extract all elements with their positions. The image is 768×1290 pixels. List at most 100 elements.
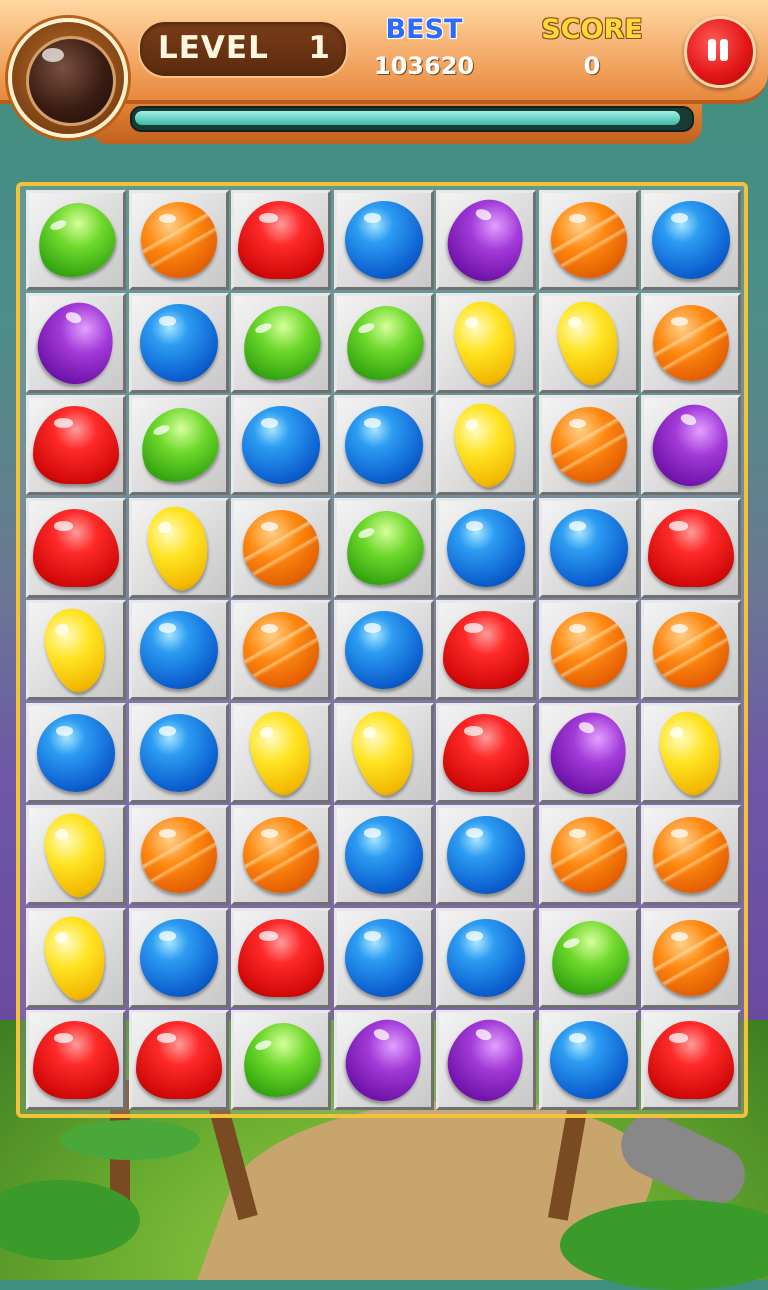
board-cell[interactable] [26, 395, 126, 495]
board-cell[interactable] [231, 805, 331, 905]
yellow-candy-icon[interactable] [37, 806, 115, 904]
board-cell[interactable] [129, 293, 229, 393]
red-candy-icon[interactable] [238, 919, 324, 997]
yellow-candy-icon[interactable] [37, 601, 115, 699]
pause-button[interactable] [684, 16, 756, 88]
board-cell[interactable] [641, 600, 741, 700]
board-cell[interactable] [334, 293, 434, 393]
orange-candy-icon[interactable] [551, 612, 627, 688]
board-cell[interactable] [129, 1010, 229, 1110]
orange-candy-icon[interactable] [551, 202, 627, 278]
red-candy-icon[interactable] [443, 714, 529, 792]
red-candy-icon[interactable] [33, 1021, 119, 1099]
board-cell[interactable] [641, 393, 741, 497]
board-cell[interactable] [334, 600, 434, 700]
blue-candy-icon[interactable] [140, 611, 218, 689]
board-cell[interactable] [26, 291, 126, 395]
blue-candy-icon[interactable] [140, 919, 218, 997]
purple-candy-icon[interactable] [540, 701, 638, 805]
board-cell[interactable] [436, 498, 536, 598]
board-cell[interactable] [129, 908, 229, 1008]
board-cell[interactable] [641, 805, 741, 905]
yellow-candy-icon[interactable] [447, 294, 525, 392]
board-cell[interactable] [129, 600, 229, 700]
purple-candy-icon[interactable] [335, 1008, 433, 1112]
yellow-candy-icon[interactable] [37, 909, 115, 1007]
blue-candy-icon[interactable] [345, 406, 423, 484]
yellow-candy-icon[interactable] [652, 704, 730, 802]
booster-orb[interactable] [8, 18, 128, 138]
green-candy-icon[interactable] [232, 1012, 330, 1108]
purple-candy-icon[interactable] [642, 393, 740, 497]
board-cell[interactable] [26, 190, 126, 290]
board-cell[interactable] [436, 293, 536, 393]
red-candy-icon[interactable] [136, 1021, 222, 1099]
board-cell[interactable] [231, 703, 331, 803]
green-candy-icon[interactable] [335, 500, 433, 596]
blue-candy-icon[interactable] [345, 816, 423, 894]
board-cell[interactable] [334, 703, 434, 803]
board-cell[interactable] [641, 190, 741, 290]
board-cell[interactable] [641, 908, 741, 1008]
board-cell[interactable] [231, 293, 331, 393]
board-cell[interactable] [129, 703, 229, 803]
orange-candy-icon[interactable] [243, 817, 319, 893]
yellow-candy-icon[interactable] [447, 396, 525, 494]
board-cell[interactable] [231, 395, 331, 495]
blue-candy-icon[interactable] [652, 201, 730, 279]
red-candy-icon[interactable] [443, 611, 529, 689]
board-cell[interactable] [539, 190, 639, 290]
board-cell[interactable] [539, 1010, 639, 1110]
orange-candy-icon[interactable] [141, 202, 217, 278]
board-cell[interactable] [436, 1008, 536, 1112]
board-cell[interactable] [641, 1010, 741, 1110]
yellow-candy-icon[interactable] [242, 704, 320, 802]
board-cell[interactable] [334, 395, 434, 495]
blue-candy-icon[interactable] [550, 1021, 628, 1099]
green-candy-icon[interactable] [232, 295, 330, 391]
orange-candy-icon[interactable] [653, 305, 729, 381]
board-cell[interactable] [436, 908, 536, 1008]
board-cell[interactable] [231, 600, 331, 700]
board-cell[interactable] [334, 498, 434, 598]
orange-candy-icon[interactable] [551, 817, 627, 893]
board-cell[interactable] [26, 805, 126, 905]
red-candy-icon[interactable] [238, 201, 324, 279]
purple-candy-icon[interactable] [437, 1008, 535, 1112]
orange-candy-icon[interactable] [653, 920, 729, 996]
blue-candy-icon[interactable] [37, 714, 115, 792]
yellow-candy-icon[interactable] [550, 294, 628, 392]
purple-candy-icon[interactable] [27, 291, 125, 395]
board-cell[interactable] [539, 701, 639, 805]
board-cell[interactable] [129, 395, 229, 495]
board-cell[interactable] [231, 1010, 331, 1110]
board-cell[interactable] [26, 703, 126, 803]
board-cell[interactable] [539, 600, 639, 700]
blue-candy-icon[interactable] [550, 509, 628, 587]
blue-candy-icon[interactable] [242, 406, 320, 484]
green-candy-icon[interactable] [540, 910, 638, 1006]
board-cell[interactable] [539, 805, 639, 905]
board-cell[interactable] [231, 190, 331, 290]
board-cell[interactable] [231, 908, 331, 1008]
board-cell[interactable] [436, 395, 536, 495]
blue-candy-icon[interactable] [447, 919, 525, 997]
yellow-candy-icon[interactable] [140, 499, 218, 597]
board-cell[interactable] [334, 805, 434, 905]
board-cell[interactable] [334, 908, 434, 1008]
blue-candy-icon[interactable] [447, 509, 525, 587]
blue-candy-icon[interactable] [345, 611, 423, 689]
blue-candy-icon[interactable] [140, 304, 218, 382]
yellow-candy-icon[interactable] [345, 704, 423, 802]
orange-candy-icon[interactable] [141, 817, 217, 893]
blue-candy-icon[interactable] [447, 816, 525, 894]
board-cell[interactable] [26, 1010, 126, 1110]
board-cell[interactable] [334, 190, 434, 290]
board-cell[interactable] [539, 908, 639, 1008]
board-cell[interactable] [539, 498, 639, 598]
board-cell[interactable] [26, 498, 126, 598]
red-candy-icon[interactable] [33, 509, 119, 587]
orange-candy-icon[interactable] [653, 817, 729, 893]
board-cell[interactable] [129, 190, 229, 290]
board-cell[interactable] [539, 395, 639, 495]
